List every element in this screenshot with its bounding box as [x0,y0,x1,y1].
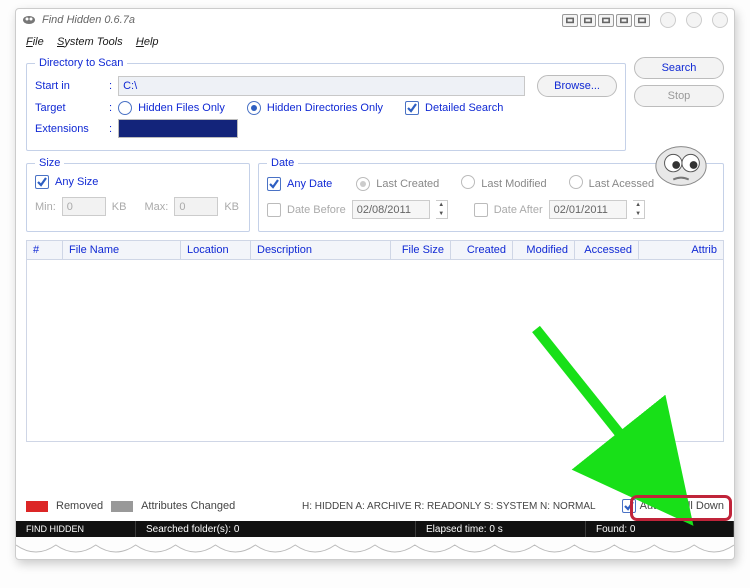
titlebar-btn-3[interactable] [598,14,614,27]
date-after-label: Date After [494,204,543,216]
col-description[interactable]: Description [251,241,391,259]
titlebar-btn-2[interactable] [580,14,596,27]
date-before-check[interactable] [267,203,281,217]
results-body[interactable] [26,260,724,442]
directory-legend: Directory to Scan [35,57,127,69]
hidden-dirs-radio[interactable] [247,101,261,115]
any-date-label: Any Date [287,178,332,190]
titlebar-extra-buttons [560,14,650,27]
max-kb: KB [224,201,239,213]
start-in-input[interactable] [118,76,525,96]
legend-bar: Removed Attributes Changed H: HIDDEN A: … [26,499,724,513]
window-title: Find Hidden 0.6.7a [42,14,135,26]
attrchg-swatch [111,501,133,512]
col-modified[interactable]: Modified [513,241,575,259]
min-input[interactable] [62,197,106,216]
date-after-input[interactable] [549,200,627,219]
max-label: Max: [144,201,168,213]
max-input[interactable] [174,197,218,216]
detailed-search-check[interactable] [405,101,419,115]
results-header: # File Name Location Description File Si… [26,240,724,260]
removed-label: Removed [56,500,103,512]
ripple-edge [16,537,734,559]
size-fieldset: Size Any Size Min: KB Max: KB [26,157,250,232]
date-legend: Date [267,157,298,169]
titlebar-btn-1[interactable] [562,14,578,27]
any-size-check[interactable] [35,175,49,189]
minimize-button[interactable] [660,12,676,28]
attrib-codes: H: HIDDEN A: ARCHIVE R: READONLY S: SYST… [302,501,596,512]
last-created-radio[interactable] [356,177,370,191]
date-before-label: Date Before [287,204,346,216]
close-button[interactable] [712,12,728,28]
menubar: File System Tools Help [16,31,734,53]
min-label: Min: [35,201,56,213]
autoscroll-label: Auto Scroll Down [640,500,724,512]
last-accessed-label: Last Acessed [589,178,654,190]
app-icon [22,13,36,27]
size-legend: Size [35,157,64,169]
autoscroll-check[interactable] [622,499,636,513]
detailed-search-label: Detailed Search [425,102,503,114]
target-label: Target [35,102,103,114]
search-button[interactable]: Search [634,57,724,79]
titlebar: Find Hidden 0.6.7a [16,9,734,31]
any-size-label: Any Size [55,176,98,188]
date-before-input[interactable] [352,200,430,219]
removed-swatch [26,501,48,512]
last-created-label: Last Created [376,178,439,190]
last-accessed-radio[interactable] [569,175,583,189]
col-num[interactable]: # [27,241,63,259]
any-date-check[interactable] [267,177,281,191]
date-after-check[interactable] [474,203,488,217]
date-after-stepper[interactable]: ▲▼ [633,200,645,219]
col-location[interactable]: Location [181,241,251,259]
maximize-button[interactable] [686,12,702,28]
attrchg-label: Attributes Changed [141,500,235,512]
browse-button[interactable]: Browse... [537,75,617,97]
hidden-files-radio[interactable] [118,101,132,115]
directory-fieldset: Directory to Scan Start in : Browse... T… [26,57,626,151]
titlebar-btn-4[interactable] [616,14,632,27]
hidden-files-label: Hidden Files Only [138,102,225,114]
last-modified-label: Last Modified [481,178,546,190]
last-modified-radio[interactable] [461,175,475,189]
stop-button[interactable]: Stop [634,85,724,107]
extensions-select[interactable] [118,119,238,138]
titlebar-btn-5[interactable] [634,14,650,27]
menu-help[interactable]: Help [136,36,159,48]
extensions-label: Extensions [35,123,103,135]
col-attrib[interactable]: Attrib [639,241,723,259]
col-name[interactable]: File Name [63,241,181,259]
col-accessed[interactable]: Accessed [575,241,639,259]
start-in-label: Start in [35,80,103,92]
min-kb: KB [112,201,127,213]
mascot-icon [652,137,710,195]
col-filesize[interactable]: File Size [391,241,451,259]
col-created[interactable]: Created [451,241,513,259]
hidden-dirs-label: Hidden Directories Only [267,102,383,114]
menu-system-tools[interactable]: System Tools [57,36,123,48]
menu-file[interactable]: File [26,36,44,48]
date-before-stepper[interactable]: ▲▼ [436,200,448,219]
